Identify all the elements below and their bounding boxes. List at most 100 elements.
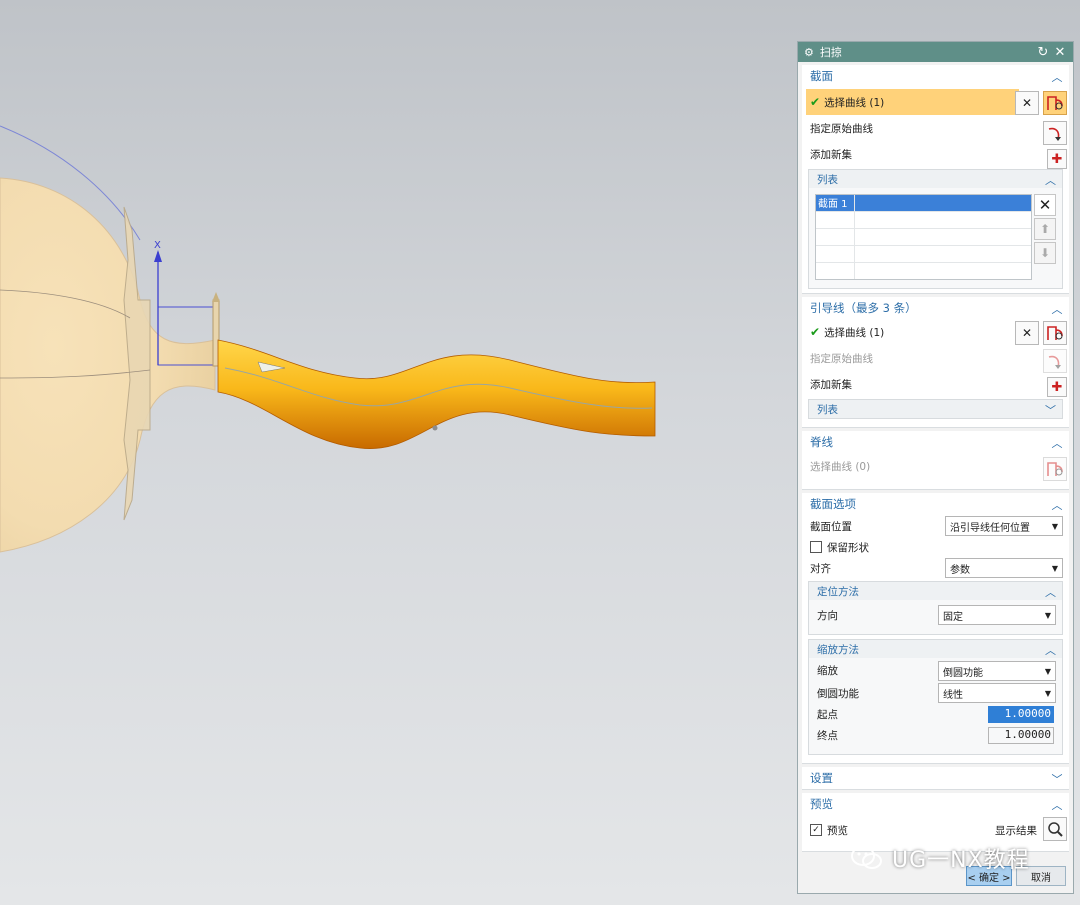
section-group: 截面 ︿ ✔ 选择曲线 (1) ✕ 指定原始曲线 添加新集 ✚ 列表 ︿ 截面 … bbox=[802, 65, 1069, 294]
chevron-up-icon[interactable]: ︿ bbox=[1051, 69, 1063, 85]
chevron-up-icon[interactable]: ︿ bbox=[1045, 584, 1056, 600]
section-options-header[interactable]: 截面选项 ︿ bbox=[802, 493, 1069, 515]
preview-header[interactable]: 预览 ︿ bbox=[802, 793, 1069, 815]
start-row: 起点 1.00000 bbox=[809, 704, 1062, 725]
guide-curve-rule-button[interactable]: ✕ bbox=[1015, 321, 1039, 345]
add-set-icon: ✚ bbox=[1051, 151, 1063, 167]
sweep-body[interactable] bbox=[217, 339, 656, 449]
section-select-curve[interactable]: ✔ 选择曲线 (1) bbox=[806, 89, 1019, 115]
curve-point bbox=[432, 425, 438, 431]
guide-add-new-set-button[interactable]: ✚ bbox=[1047, 377, 1067, 397]
preserve-shape-row[interactable]: 保留形状 bbox=[802, 537, 1069, 557]
start-value-input[interactable]: 1.00000 bbox=[988, 706, 1054, 723]
start-label: 起点 bbox=[817, 709, 838, 721]
spine-select-curve-button[interactable] bbox=[1043, 457, 1067, 481]
guide-list-panel: 列表 ﹀ bbox=[808, 399, 1063, 419]
scaling-panel: 缩放方法 ︿ 缩放 倒圆功能 ▼ 倒圆功能 线性 ▼ 起点 1.00000 终点… bbox=[808, 639, 1063, 755]
guide-origin-curve-button[interactable] bbox=[1043, 349, 1067, 373]
chevron-down-icon[interactable]: ﹀ bbox=[1051, 771, 1063, 787]
guide-group-header[interactable]: 引导线（最多 3 条） ︿ bbox=[802, 297, 1069, 319]
preserve-shape-label: 保留形状 bbox=[827, 541, 869, 554]
origin-curve-icon bbox=[1048, 127, 1061, 141]
list-side-buttons: ✕ ⬆ ⬇ bbox=[1034, 194, 1056, 266]
curve-rule-button[interactable]: ✕ bbox=[1015, 91, 1039, 115]
end-value-input[interactable]: 1.00000 bbox=[988, 727, 1054, 744]
section-group-header[interactable]: 截面 ︿ bbox=[802, 65, 1069, 87]
section-position-select[interactable]: 沿引导线任何位置 ▼ bbox=[945, 516, 1063, 536]
origin-curve-icon bbox=[1048, 355, 1061, 369]
add-set-icon: ✚ bbox=[1051, 379, 1063, 395]
curve-rule-icon: ✕ bbox=[1021, 96, 1033, 110]
section-list-title: 列表 bbox=[817, 173, 838, 186]
blend-select[interactable]: 线性 ▼ bbox=[938, 683, 1056, 703]
guide-group: 引导线（最多 3 条） ︿ ✔ 选择曲线 (1) ✕ 指定原始曲线 添加新集 ✚… bbox=[802, 297, 1069, 428]
chevron-up-icon[interactable]: ︿ bbox=[1051, 435, 1063, 451]
settings-header[interactable]: 设置 ﹀ bbox=[802, 767, 1069, 789]
move-up-icon[interactable]: ⬆ bbox=[1034, 218, 1056, 240]
watermark: UG一NX教程 bbox=[850, 842, 1030, 874]
scale-select[interactable]: 倒圆功能 ▼ bbox=[938, 661, 1056, 681]
check-icon: ✔ bbox=[810, 95, 821, 109]
list-item-empty bbox=[816, 263, 1031, 279]
blend-row: 倒圆功能 线性 ▼ bbox=[809, 682, 1062, 704]
direction-select[interactable]: 固定 ▼ bbox=[938, 605, 1056, 625]
curve-select-icon bbox=[1047, 326, 1063, 340]
dialog-titlebar: ⚙ 扫掠 ↻ ✕ bbox=[798, 42, 1073, 62]
spine-select-curve[interactable]: 选择曲线 (0) bbox=[802, 453, 1069, 479]
dropdown-arrow-icon: ▼ bbox=[1044, 689, 1051, 698]
list-item-empty bbox=[816, 229, 1031, 246]
dropdown-arrow-icon: ▼ bbox=[1044, 667, 1051, 676]
guide-list-header[interactable]: 列表 ﹀ bbox=[809, 400, 1062, 418]
chevron-up-icon[interactable]: ︿ bbox=[1045, 172, 1056, 188]
section-group-title: 截面 bbox=[810, 69, 833, 83]
show-result-button[interactable] bbox=[1043, 817, 1067, 841]
scaling-title: 缩放方法 bbox=[817, 643, 859, 656]
move-down-icon[interactable]: ⬇ bbox=[1034, 242, 1056, 264]
remove-icon[interactable]: ✕ bbox=[1034, 194, 1056, 216]
curve-select-icon bbox=[1047, 462, 1063, 476]
add-new-set-button[interactable]: ✚ bbox=[1047, 149, 1067, 169]
dropdown-arrow-icon: ▼ bbox=[1044, 611, 1051, 620]
direction-value: 固定 bbox=[943, 611, 963, 623]
guide-select-curve-button[interactable] bbox=[1043, 321, 1067, 345]
settings-title: 设置 bbox=[810, 771, 833, 785]
preserve-shape-checkbox[interactable] bbox=[810, 541, 822, 553]
guide-specify-origin-label: 指定原始曲线 bbox=[810, 352, 873, 365]
gear-icon[interactable]: ⚙ bbox=[804, 46, 814, 59]
watermark-text: UG一NX教程 bbox=[892, 848, 1030, 873]
spine-group-header[interactable]: 脊线 ︿ bbox=[802, 431, 1069, 453]
section-list-header[interactable]: 列表 ︿ bbox=[809, 170, 1062, 188]
orientation-panel: 定位方法 ︿ 方向 固定 ▼ bbox=[808, 581, 1063, 635]
blend-label: 倒圆功能 bbox=[817, 687, 859, 700]
section-list-panel: 列表 ︿ 截面 1 ✕ ⬆ ⬇ bbox=[808, 169, 1063, 289]
chevron-up-icon[interactable]: ︿ bbox=[1051, 497, 1063, 513]
scale-label: 缩放 bbox=[817, 664, 838, 677]
curve-rule-icon: ✕ bbox=[1021, 326, 1033, 340]
reset-icon[interactable]: ↻ bbox=[1036, 45, 1050, 60]
orientation-header[interactable]: 定位方法 ︿ bbox=[809, 582, 1062, 600]
x-axis-label: X bbox=[154, 240, 161, 251]
x-axis-arrow bbox=[154, 250, 162, 262]
chevron-up-icon[interactable]: ︿ bbox=[1051, 797, 1063, 813]
chevron-down-icon[interactable]: ﹀ bbox=[1045, 402, 1056, 418]
chevron-up-icon[interactable]: ︿ bbox=[1051, 301, 1063, 317]
close-icon[interactable]: ✕ bbox=[1053, 45, 1067, 60]
scaling-header[interactable]: 缩放方法 ︿ bbox=[809, 640, 1062, 658]
guide-add-new-set: 添加新集 bbox=[802, 371, 1069, 397]
preview-row: ✓ 预览 显示结果 bbox=[802, 815, 1069, 845]
align-select[interactable]: 参数 ▼ bbox=[945, 558, 1063, 578]
section-options-group: 截面选项 ︿ 截面位置 沿引导线任何位置 ▼ 保留形状 对齐 参数 ▼ 定位方法… bbox=[802, 493, 1069, 764]
preview-checkbox[interactable]: ✓ bbox=[810, 824, 822, 836]
preview-label: 预览 bbox=[827, 824, 848, 837]
curve-select-icon bbox=[1047, 96, 1063, 110]
chevron-up-icon[interactable]: ︿ bbox=[1045, 642, 1056, 658]
section-options-title: 截面选项 bbox=[810, 497, 856, 511]
dropdown-arrow-icon: ▼ bbox=[1051, 564, 1058, 573]
align-label: 对齐 bbox=[810, 562, 831, 575]
spine-group: 脊线 ︿ 选择曲线 (0) bbox=[802, 431, 1069, 490]
select-curve-button[interactable] bbox=[1043, 91, 1067, 115]
guide-list-title: 列表 bbox=[817, 403, 838, 416]
spine-group-title: 脊线 bbox=[810, 435, 833, 449]
list-item[interactable]: 截面 1 bbox=[816, 195, 1031, 212]
guide-tag-arrow bbox=[212, 292, 220, 302]
